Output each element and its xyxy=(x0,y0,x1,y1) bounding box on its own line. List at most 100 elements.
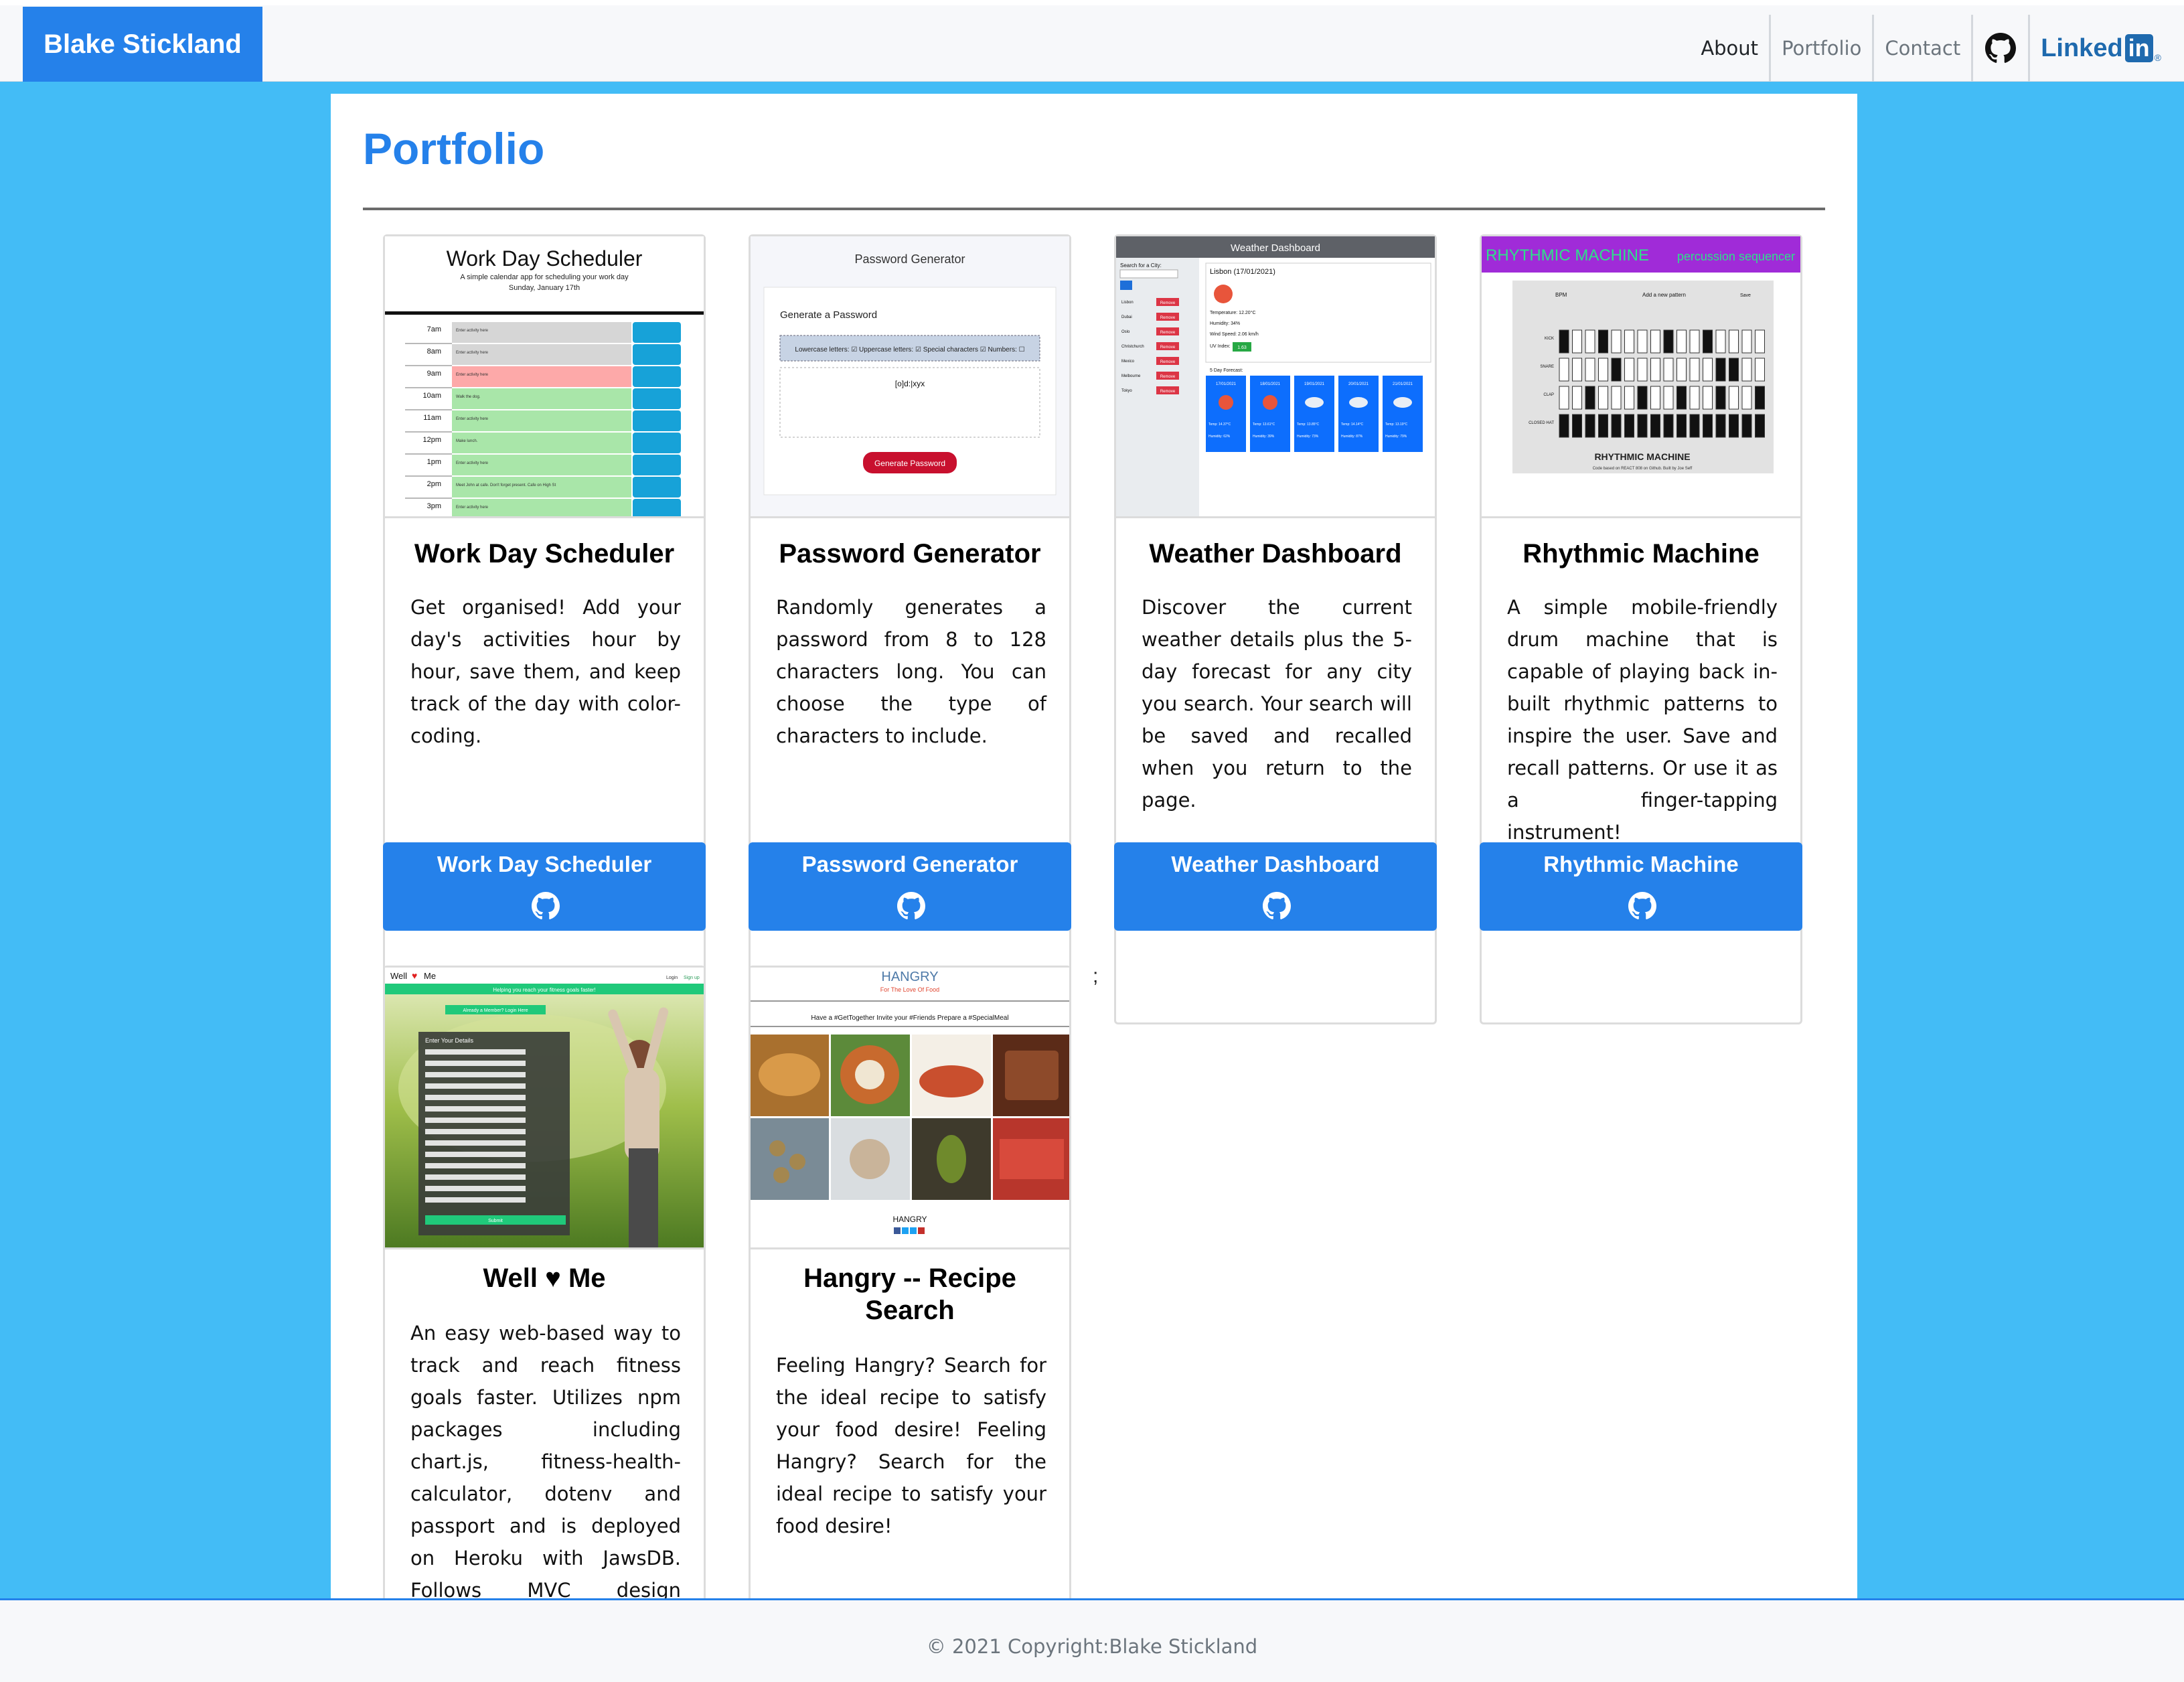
linkedin-in-badge: in xyxy=(2124,34,2153,62)
thumb-date: Sunday, January 17th xyxy=(509,284,580,292)
title-divider xyxy=(363,208,1825,210)
project-button-label: Rhythmic Machine xyxy=(1543,852,1739,876)
github-icon xyxy=(1628,892,1656,923)
share-icon xyxy=(910,1227,917,1234)
portfolio-panel: Portfolio Work Day Scheduler A simple ca… xyxy=(331,94,1857,1598)
thumb-bpm-label: BPM xyxy=(1555,292,1567,298)
navbar: Blake Stickland About Portfolio Contact … xyxy=(0,0,2184,82)
thumb-save-block xyxy=(633,499,681,516)
thumb-step-pad xyxy=(1676,358,1687,382)
thumb-step-pad xyxy=(1624,386,1634,410)
thumb-forecast-temp: Temp: 13.61°C xyxy=(1253,423,1275,427)
thumb-step-pad xyxy=(1637,358,1648,382)
project-thumbnail-password-generator[interactable]: Password Generator Generate a Password L… xyxy=(751,236,1069,518)
thumb-generate-button: Generate Password xyxy=(874,459,945,468)
thumb-footer-title: RHYTHMIC MACHINE xyxy=(1594,451,1690,462)
thumb-step-pad xyxy=(1624,329,1634,354)
thumb-step-pad xyxy=(1741,414,1752,438)
thumb-form-field xyxy=(425,1163,526,1168)
thumb-remove-label: Remove xyxy=(1160,301,1176,305)
brand-link[interactable]: Blake Stickland xyxy=(23,7,262,82)
thumb-step-pad xyxy=(1689,414,1700,438)
thumb-remove-label: Remove xyxy=(1160,360,1176,364)
thumb-forecast-temp: Temp: 13.85°C xyxy=(1297,423,1320,427)
thumb-forecast-humidity: Humidity: 87% xyxy=(1341,435,1363,439)
thumb-step-pad xyxy=(1715,358,1726,382)
thumb-step-pad xyxy=(1585,386,1595,410)
github-icon xyxy=(532,892,560,923)
thumb-step-pad xyxy=(1559,358,1569,382)
thumb-entry: Make lunch. xyxy=(456,439,478,443)
thumb-step-pad xyxy=(1611,329,1622,354)
thumb-forecast-humidity: Humidity: 79% xyxy=(1385,435,1407,439)
nav-link-contact[interactable]: Contact xyxy=(1874,15,1974,82)
project-thumbnail-hangry[interactable]: HANGRY For The Love Of Food Have a #GetT… xyxy=(751,968,1069,1249)
project-button-label: Password Generator xyxy=(801,852,1018,876)
thumb-forecast-temp: Temp: 14.37°C xyxy=(1208,423,1231,427)
thumb-step-pad xyxy=(1650,386,1660,410)
project-thumbnail-work-day-scheduler[interactable]: Work Day Scheduler A simple calendar app… xyxy=(385,236,704,518)
cloud-icon xyxy=(1349,397,1368,408)
project-button-label: Weather Dashboard xyxy=(1171,852,1380,876)
thumb-step-pad xyxy=(1755,414,1765,438)
nav-link-portfolio[interactable]: Portfolio xyxy=(1771,15,1875,82)
linkedin-word: Linked xyxy=(2041,33,2123,62)
thumb-options: Lowercase letters: ☑ Uppercase letters: … xyxy=(795,346,1024,354)
thumb-city: Lisbon xyxy=(1121,301,1134,305)
thumb-hour-label: 12pm xyxy=(422,436,441,444)
thumb-step-pad xyxy=(1729,358,1739,382)
thumb-hour-label: 7am xyxy=(427,325,441,333)
thumb-forecast-temp: Temp: 13.19°C xyxy=(1385,423,1408,427)
project-title: Weather Dashboard xyxy=(1149,539,1402,568)
project-thumbnail-weather-dashboard[interactable]: Weather Dashboard Search for a City: Lis… xyxy=(1116,236,1435,518)
thumb-remove-label: Remove xyxy=(1160,346,1176,350)
thumb-forecast-humidity: Humidity: 39% xyxy=(1253,435,1275,439)
thumb-remove-label: Remove xyxy=(1160,375,1176,379)
thumb-forecast-date: 21/01/2021 xyxy=(1393,382,1413,386)
project-button-weather-dashboard[interactable]: Weather Dashboard xyxy=(1114,842,1437,931)
project-card-rhythmic-machine: RHYTHMIC MACHINE percussion sequencer BP… xyxy=(1480,234,1802,1024)
project-button-work-day-scheduler[interactable]: Work Day Scheduler xyxy=(383,842,706,931)
thumb-tagline: percussion sequencer xyxy=(1677,250,1795,263)
thumb-logo-right: Me xyxy=(424,971,436,981)
thumb-remove-label: Remove xyxy=(1160,390,1176,394)
thumb-step-pad xyxy=(1663,358,1674,382)
thumb-step-pad xyxy=(1755,386,1765,410)
thumb-step-pad xyxy=(1598,329,1608,354)
github-icon xyxy=(897,892,925,923)
thumb-step-pad xyxy=(1650,329,1660,354)
nav-link-about[interactable]: About xyxy=(1690,15,1772,82)
thumb-step-pad xyxy=(1676,329,1687,354)
thumb-entry: Enter activity here xyxy=(456,351,489,355)
thumb-step-pad xyxy=(1650,358,1660,382)
thumb-subtitle: A simple calendar app for scheduling you… xyxy=(460,273,629,281)
thumb-banner: Have a #GetTogether Invite your #Friends… xyxy=(811,1014,1008,1022)
thumb-step-pad xyxy=(1637,329,1648,354)
sun-icon xyxy=(1219,395,1233,410)
project-button-password-generator[interactable]: Password Generator xyxy=(749,842,1071,931)
github-icon[interactable] xyxy=(1973,15,2031,82)
project-title: Work Day Scheduler xyxy=(414,539,675,568)
footer: © 2021 Copyright:Blake Stickland xyxy=(0,1598,2184,1682)
thumb-title: Work Day Scheduler xyxy=(447,246,643,271)
thumb-hour-label: 9am xyxy=(427,370,441,378)
page-title: Portfolio xyxy=(363,124,545,173)
thumb-step-pad xyxy=(1598,386,1608,410)
project-button-label: Work Day Scheduler xyxy=(437,852,652,876)
thumb-form-field xyxy=(425,1049,526,1055)
thumb-pattern-label: Add a new pattern xyxy=(1642,292,1686,298)
linkedin-icon[interactable]: Linked in ® xyxy=(2030,15,2161,82)
nav-links: About Portfolio Contact Linked in ® xyxy=(1690,15,2161,82)
project-thumbnail-well-me[interactable]: Well ♥ Me Login Sign up Helping you reac… xyxy=(385,968,704,1249)
thumb-step-pad xyxy=(1650,414,1660,438)
project-button-rhythmic-machine[interactable]: Rhythmic Machine xyxy=(1480,842,1802,931)
thumb-track-label: CLOSED HAT xyxy=(1529,421,1554,425)
thumb-entry: Meet John at cafe. Don't forget present.… xyxy=(456,483,556,487)
thumb-step-pad xyxy=(1715,414,1726,438)
thumb-step-pad xyxy=(1663,414,1674,438)
project-card-well-me: Well ♥ Me Login Sign up Helping you reac… xyxy=(383,966,706,1598)
project-thumbnail-rhythmic-machine[interactable]: RHYTHMIC MACHINE percussion sequencer BP… xyxy=(1482,236,1800,518)
thumb-step-pad xyxy=(1741,329,1752,354)
thumb-step-pad xyxy=(1729,329,1739,354)
thumb-output: [o]d:|xyx xyxy=(895,379,925,388)
